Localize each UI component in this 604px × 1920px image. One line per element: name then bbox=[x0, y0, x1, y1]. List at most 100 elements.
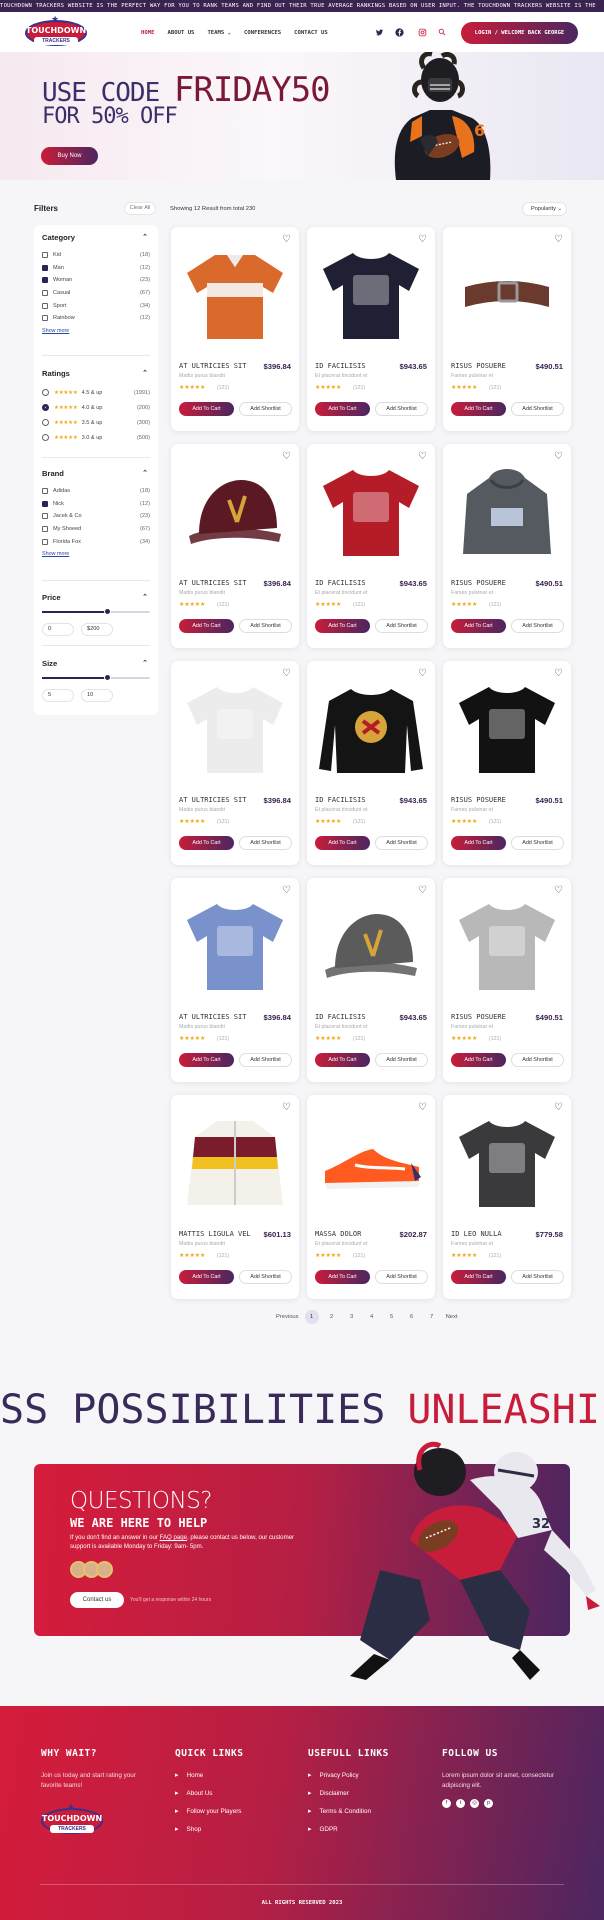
add-to-cart-button[interactable]: Add To Cart bbox=[315, 1053, 370, 1067]
add-to-cart-button[interactable]: Add To Cart bbox=[179, 619, 234, 633]
add-shortlist-button[interactable]: Add Shortlist bbox=[511, 619, 564, 633]
footer-link[interactable]: GDPR bbox=[308, 1825, 418, 1843]
checkbox[interactable] bbox=[42, 252, 48, 259]
product-name[interactable]: RISUS POSUERE bbox=[451, 1013, 506, 1021]
add-shortlist-button[interactable]: Add Shortlist bbox=[511, 1053, 564, 1067]
buy-now-button[interactable]: Buy Now bbox=[41, 147, 98, 165]
rating-option[interactable]: ★★★★★ 4.0 & up (200) bbox=[42, 400, 150, 415]
checkbox[interactable] bbox=[42, 315, 48, 322]
pagination-next[interactable]: Next bbox=[445, 1310, 459, 1324]
footer-link[interactable]: Follow your Players bbox=[175, 1807, 285, 1825]
twitter-icon[interactable]: t bbox=[456, 1799, 465, 1808]
nav-conferences[interactable]: CONFERENCES bbox=[244, 30, 281, 36]
product-name[interactable]: ID FACILISIS bbox=[315, 796, 366, 804]
add-shortlist-button[interactable]: Add Shortlist bbox=[375, 836, 428, 850]
add-shortlist-button[interactable]: Add Shortlist bbox=[239, 1053, 292, 1067]
add-shortlist-button[interactable]: Add Shortlist bbox=[511, 836, 564, 850]
category-option[interactable]: Casual (67) bbox=[42, 287, 150, 300]
brand-option[interactable]: Florida Fox (34) bbox=[42, 535, 150, 548]
pagination-page[interactable]: 5 bbox=[385, 1310, 399, 1324]
footer-logo[interactable]: ★ TOUCHDOWN TRACKERS bbox=[41, 1802, 103, 1837]
radio[interactable] bbox=[42, 434, 49, 441]
rating-option[interactable]: ★★★★★ 4.5 & up (1991) bbox=[42, 385, 150, 400]
product-name[interactable]: RISUS POSUERE bbox=[451, 362, 506, 370]
instagram-icon[interactable]: ◎ bbox=[470, 1799, 479, 1808]
category-option[interactable]: Man (12) bbox=[42, 262, 150, 275]
add-shortlist-button[interactable]: Add Shortlist bbox=[239, 836, 292, 850]
nav-contact[interactable]: CONTACT US bbox=[294, 30, 328, 36]
add-shortlist-button[interactable]: Add Shortlist bbox=[375, 402, 428, 416]
search-icon[interactable] bbox=[437, 28, 447, 38]
facebook-icon[interactable]: f bbox=[442, 1799, 451, 1808]
product-name[interactable]: RISUS POSUERE bbox=[451, 796, 506, 804]
footer-link[interactable]: About Us bbox=[175, 1789, 285, 1807]
footer-link[interactable]: Home bbox=[175, 1771, 285, 1789]
checkbox[interactable] bbox=[42, 302, 48, 309]
brand-option[interactable]: Jacek & Co (23) bbox=[42, 510, 150, 523]
slider-handle[interactable] bbox=[103, 608, 111, 615]
add-to-cart-button[interactable]: Add To Cart bbox=[315, 1270, 370, 1284]
checkbox[interactable] bbox=[42, 500, 48, 507]
faq-link[interactable]: FAQ page bbox=[160, 1534, 187, 1541]
brand-option[interactable]: My Shoeed (67) bbox=[42, 523, 150, 536]
add-to-cart-button[interactable]: Add To Cart bbox=[451, 1053, 506, 1067]
product-name[interactable]: AT ULTRICIES SIT bbox=[179, 362, 246, 370]
rating-option[interactable]: ★★★★★ 3.0 & up (500) bbox=[42, 430, 150, 445]
size-filter-header[interactable]: Size ⌃ bbox=[42, 659, 150, 671]
checkbox[interactable] bbox=[42, 513, 48, 520]
checkbox[interactable] bbox=[42, 526, 48, 533]
site-logo[interactable]: ★ TOUCHDOWN TRACKERS bbox=[25, 14, 87, 49]
product-name[interactable]: AT ULTRICIES SIT bbox=[179, 579, 246, 587]
checkbox[interactable] bbox=[42, 264, 48, 271]
radio[interactable] bbox=[42, 389, 49, 396]
brand-option[interactable]: Nick (12) bbox=[42, 498, 150, 511]
size-max-input[interactable]: 10 bbox=[81, 689, 113, 702]
pagination-page[interactable]: 1 bbox=[304, 1310, 319, 1324]
product-name[interactable]: ID FACILISIS bbox=[315, 579, 366, 587]
size-slider[interactable] bbox=[42, 674, 150, 681]
twitter-icon[interactable] bbox=[374, 28, 384, 38]
radio[interactable] bbox=[42, 419, 49, 426]
pagination-page[interactable]: 7 bbox=[425, 1310, 439, 1324]
pagination-page[interactable]: 6 bbox=[405, 1310, 419, 1324]
category-option[interactable]: Woman (23) bbox=[42, 274, 150, 287]
footer-link[interactable]: Shop bbox=[175, 1825, 285, 1843]
brand-show-more-link[interactable]: Show more bbox=[42, 551, 150, 557]
product-name[interactable]: MASSA DOLOR bbox=[315, 1230, 361, 1238]
product-name[interactable]: AT ULTRICIES SIT bbox=[179, 796, 246, 804]
product-name[interactable]: ID FACILISIS bbox=[315, 362, 366, 370]
footer-link[interactable]: Terms & Condition bbox=[308, 1807, 418, 1825]
category-option[interactable]: Sport (34) bbox=[42, 299, 150, 312]
add-to-cart-button[interactable]: Add To Cart bbox=[315, 402, 370, 416]
radio[interactable] bbox=[42, 404, 49, 411]
product-name[interactable]: AT ULTRICIES SIT bbox=[179, 1013, 246, 1021]
size-min-input[interactable]: 5 bbox=[42, 689, 74, 702]
checkbox[interactable] bbox=[42, 538, 48, 545]
add-shortlist-button[interactable]: Add Shortlist bbox=[239, 1270, 292, 1284]
product-name[interactable]: RISUS POSUERE bbox=[451, 579, 506, 587]
price-filter-header[interactable]: Price ⌃ bbox=[42, 593, 150, 605]
slider-handle[interactable] bbox=[103, 674, 111, 681]
pinterest-icon[interactable]: p bbox=[484, 1799, 493, 1808]
checkbox[interactable] bbox=[42, 488, 48, 495]
footer-link[interactable]: Disclaimer bbox=[308, 1789, 418, 1807]
checkbox[interactable] bbox=[42, 277, 48, 284]
add-shortlist-button[interactable]: Add Shortlist bbox=[375, 1270, 428, 1284]
brand-option[interactable]: Adidas (18) bbox=[42, 485, 150, 498]
nav-home[interactable]: HOME bbox=[141, 30, 154, 36]
category-show-more-link[interactable]: Show more bbox=[42, 328, 150, 334]
add-shortlist-button[interactable]: Add Shortlist bbox=[239, 402, 292, 416]
brand-filter-header[interactable]: Brand ⌃ bbox=[42, 469, 150, 481]
price-min-input[interactable]: 0 bbox=[42, 623, 74, 636]
add-to-cart-button[interactable]: Add To Cart bbox=[451, 836, 506, 850]
nav-about[interactable]: ABOUT US bbox=[167, 30, 194, 36]
add-shortlist-button[interactable]: Add Shortlist bbox=[239, 619, 292, 633]
add-shortlist-button[interactable]: Add Shortlist bbox=[375, 619, 428, 633]
checkbox[interactable] bbox=[42, 290, 48, 297]
instagram-icon[interactable] bbox=[417, 28, 427, 38]
clear-all-button[interactable]: Clear All bbox=[124, 202, 156, 215]
add-to-cart-button[interactable]: Add To Cart bbox=[179, 1053, 234, 1067]
pagination-page[interactable]: 2 bbox=[325, 1310, 339, 1324]
price-slider[interactable] bbox=[42, 608, 150, 615]
sort-select[interactable]: Popularity ⌄ bbox=[522, 202, 567, 216]
